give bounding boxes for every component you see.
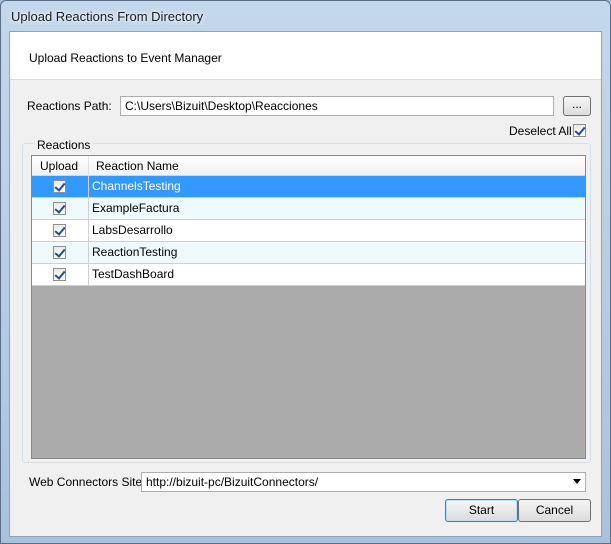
web-connectors-select[interactable]: http://bizuit-pc/BizuitConnectors/ — [141, 472, 586, 492]
dialog-window: Upload Reactions From Directory Upload R… — [0, 0, 611, 544]
upload-checkbox[interactable] — [53, 202, 66, 215]
upload-checkbox[interactable] — [53, 180, 66, 193]
grid-header: Upload Reaction Name — [32, 156, 585, 176]
table-row[interactable]: TestDashBoard — [32, 264, 585, 286]
table-row[interactable]: ChannelsTesting — [32, 176, 585, 198]
table-row[interactable]: ReactionTesting — [32, 242, 585, 264]
web-connectors-label: Web Connectors Site: — [29, 475, 146, 489]
header-text: Upload Reactions to Event Manager — [29, 51, 222, 65]
column-header-upload[interactable]: Upload — [32, 156, 89, 176]
dialog-body: Upload Reactions to Event Manager Reacti… — [9, 31, 602, 537]
dropdown-arrow-icon[interactable] — [573, 479, 581, 484]
upload-cell — [32, 176, 89, 197]
upload-checkbox[interactable] — [53, 224, 66, 237]
deselect-all-checkbox[interactable] — [573, 124, 586, 137]
reaction-name-cell: TestDashBoard — [92, 267, 175, 281]
cancel-button[interactable]: Cancel — [518, 499, 591, 522]
upload-cell — [32, 242, 89, 263]
upload-checkbox[interactable] — [53, 268, 66, 281]
reaction-name-cell: ExampleFactura — [92, 201, 180, 215]
deselect-all-label: Deselect All — [509, 124, 572, 138]
title-bar[interactable]: Upload Reactions From Directory — [1, 1, 610, 31]
table-row[interactable]: LabsDesarrollo — [32, 220, 585, 242]
column-header-reaction-name[interactable]: Reaction Name — [89, 156, 179, 176]
upload-cell — [32, 264, 89, 285]
web-connectors-value: http://bizuit-pc/BizuitConnectors/ — [146, 475, 319, 489]
browse-button[interactable]: ... — [563, 96, 591, 116]
reactions-grid[interactable]: Upload Reaction Name ChannelsTesting Exa… — [31, 155, 586, 459]
reaction-name-cell: ReactionTesting — [92, 245, 178, 259]
table-row[interactable]: ExampleFactura — [32, 198, 585, 220]
reaction-name-cell: LabsDesarrollo — [92, 223, 173, 237]
upload-checkbox[interactable] — [53, 246, 66, 259]
reactions-path-input[interactable]: C:\Users\Bizuit\Desktop\Reacciones — [120, 96, 554, 116]
window-title: Upload Reactions From Directory — [11, 9, 204, 24]
reactions-group-title: Reactions — [34, 138, 94, 152]
reactions-path-label: Reactions Path: — [27, 99, 112, 113]
start-button[interactable]: Start — [445, 499, 518, 522]
upload-cell — [32, 198, 89, 219]
upload-cell — [32, 220, 89, 241]
reaction-name-cell: ChannelsTesting — [92, 179, 181, 193]
header-panel: Upload Reactions to Event Manager — [10, 32, 601, 80]
